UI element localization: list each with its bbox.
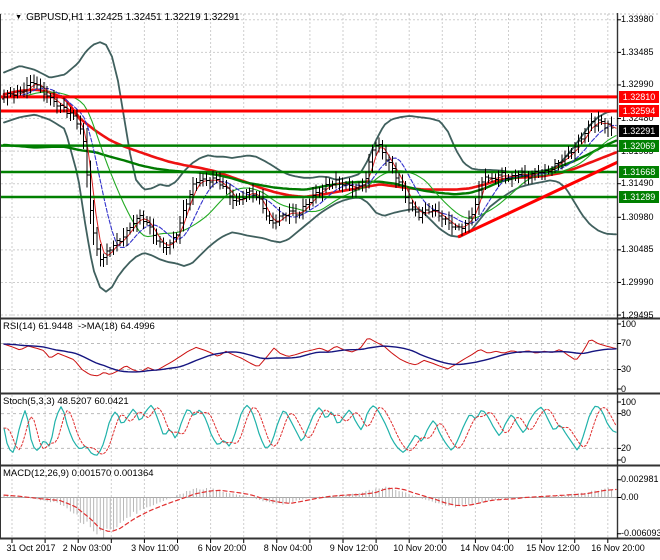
mt4-chart-window: ▼ GBPUSD,H1 1.32425 1.32451 1.32219 1.322… xyxy=(0,0,660,560)
macd-indicator-label: MACD(12,26,9) 0.001570 0.001364 xyxy=(3,468,154,479)
ohlc-values: 1.32425 1.32451 1.32219 1.32291 xyxy=(83,12,240,23)
chart-title-bar: ▼ GBPUSD,H1 1.32425 1.32451 1.32219 1.322… xyxy=(4,1,239,23)
symbol-timeframe-label: GBPUSD,H1 xyxy=(26,12,84,23)
ohlc-dropdown-icon[interactable]: ▼ xyxy=(15,14,22,21)
stochastic-indicator-label: Stoch(5,3,3) 48.5207 60.0421 xyxy=(3,396,129,407)
rsi-indicator-label: RSI(14) 61.9448 ->MA(18) 64.4996 xyxy=(3,321,155,332)
